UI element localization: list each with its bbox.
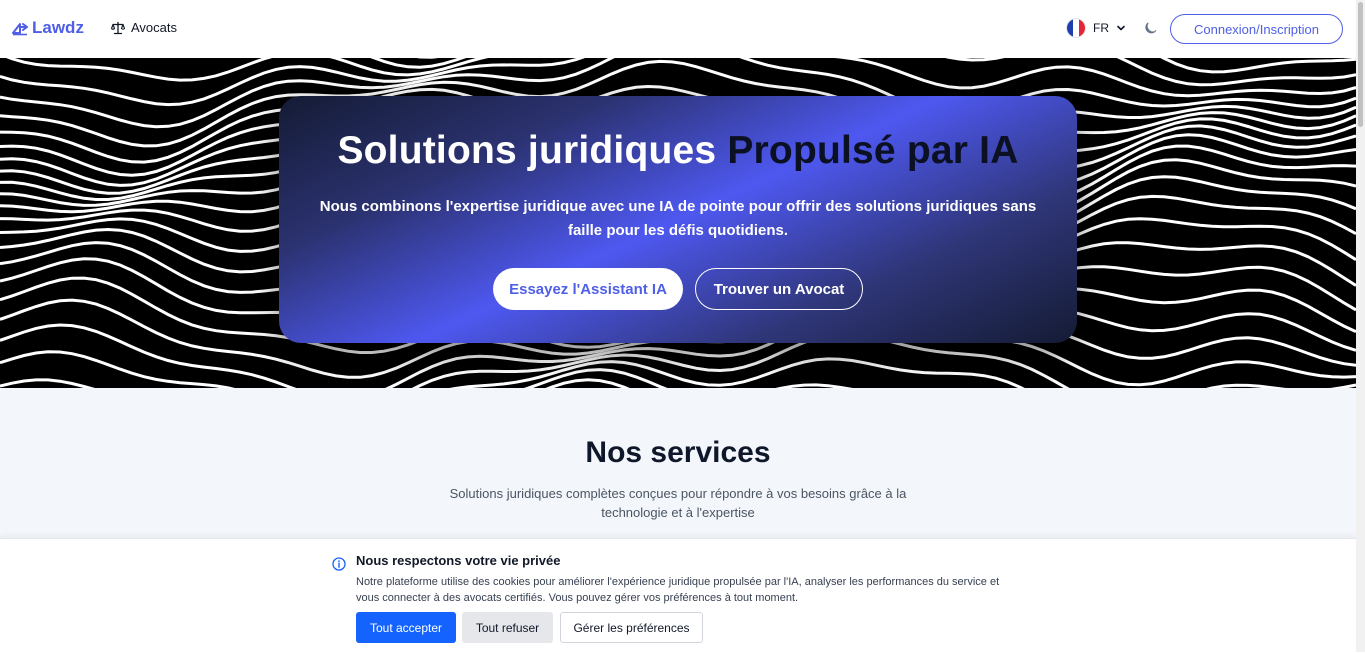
logo-text: Lawdz	[32, 18, 84, 37]
nav-lawyers-link[interactable]: Avocats	[111, 20, 177, 35]
services-subtitle: Solutions juridiques complètes conçues p…	[449, 486, 907, 520]
cookie-title: Nous respectons votre vie privée	[356, 553, 561, 568]
services-title: Nos services	[585, 436, 771, 469]
hero-card: Solutions juridiques Propulsé par IA Nou…	[279, 96, 1077, 343]
scrollbar-thumb[interactable]	[1358, 2, 1363, 127]
language-selector[interactable]: FR	[1066, 18, 1126, 38]
find-lawyer-button[interactable]: Trouver un Avocat	[695, 268, 863, 310]
moon-icon[interactable]	[1143, 20, 1159, 36]
cookie-text: Notre plateforme utilise des cookies pou…	[356, 576, 1000, 604]
reject-all-button[interactable]: Tout refuser	[462, 612, 553, 643]
hero-title-main: Solutions juridiques	[337, 129, 717, 172]
language-code: FR	[1093, 21, 1109, 35]
hero-title-accent: Propulsé par IA	[727, 129, 1019, 172]
login-signup-button[interactable]: Connexion/Inscription	[1170, 14, 1343, 44]
hero-section: Solutions juridiques Propulsé par IA Nou…	[0, 58, 1356, 388]
cookie-banner: Nous respectons votre vie privée Notre p…	[0, 538, 1356, 653]
nav-lawyers-label: Avocats	[131, 20, 178, 35]
chevron-down-icon	[1117, 25, 1125, 31]
hero-title: Solutions juridiques Propulsé par IA	[279, 129, 1077, 173]
accept-all-button[interactable]: Tout accepter	[356, 612, 456, 643]
scale-logo-icon	[12, 23, 28, 36]
france-flag-icon	[1066, 18, 1086, 38]
scales-icon	[111, 21, 125, 34]
try-ai-assistant-button[interactable]: Essayez l'Assistant IA	[493, 268, 683, 310]
info-icon	[332, 557, 346, 571]
manage-preferences-button[interactable]: Gérer les préférences	[560, 612, 703, 643]
page-scrollbar[interactable]	[1356, 0, 1365, 652]
hero-subtitle: Nous combinons l'expertise juridique ave…	[319, 198, 1037, 239]
top-navbar: Lawdz Avocats FR Connexion/Inscription	[0, 0, 1356, 58]
logo-link[interactable]: Lawdz	[12, 18, 84, 38]
